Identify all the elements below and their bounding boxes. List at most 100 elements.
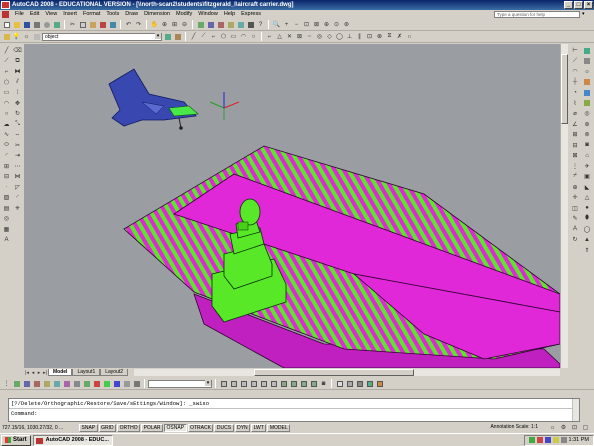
zoom-center-icon[interactable]: ⊙: [332, 20, 341, 29]
network-icon[interactable]: [528, 437, 535, 443]
lock-icon[interactable]: [32, 32, 41, 41]
visual-style-realistic-icon[interactable]: [365, 379, 374, 388]
zoom-object-icon[interactable]: ⊛: [342, 20, 351, 29]
dim-aligned-icon[interactable]: ⟋: [571, 57, 580, 66]
zoom-in-icon[interactable]: +: [282, 20, 291, 29]
update-icon[interactable]: [560, 437, 567, 443]
command-prompt[interactable]: Command:: [9, 408, 579, 417]
design-center-icon[interactable]: [206, 20, 215, 29]
polyline-tool-icon[interactable]: ⌐: [2, 67, 11, 76]
polygon-tool-icon[interactable]: ⬠: [2, 78, 11, 87]
zoom-icon[interactable]: 🔍: [272, 20, 281, 29]
offset-tool-icon[interactable]: ⫽: [13, 78, 22, 87]
table-tool-icon[interactable]: ▦: [2, 225, 11, 234]
polyline-icon[interactable]: ⌐: [209, 32, 218, 41]
sun-icon[interactable]: ☼: [22, 32, 31, 41]
menu-dimension[interactable]: Dimension: [141, 10, 173, 19]
publish-icon[interactable]: [52, 20, 61, 29]
plot-icon[interactable]: [32, 20, 41, 29]
menu-insert[interactable]: Insert: [60, 10, 80, 19]
ellipse-arc-tool-icon[interactable]: ◜: [2, 151, 11, 160]
tool-palettes-icon[interactable]: [216, 20, 225, 29]
view-top-icon[interactable]: [219, 379, 228, 388]
match-properties-icon[interactable]: [98, 20, 107, 29]
ucs-apply-icon[interactable]: [122, 379, 131, 388]
xline-tool-icon[interactable]: ⟋: [2, 57, 11, 66]
gradient-tool-icon[interactable]: ▤: [2, 204, 11, 213]
dim-angular-icon[interactable]: ∠: [571, 120, 580, 129]
antivirus-icon[interactable]: [536, 437, 543, 443]
scale-tool-icon[interactable]: ⤡: [13, 120, 22, 129]
snap-none-icon[interactable]: ✗: [395, 32, 404, 41]
vertical-scrollbar[interactable]: [560, 44, 568, 368]
command-window[interactable]: [?/Delete/Orthographic/Restore/Save/sEtt…: [8, 398, 580, 422]
zoom-window-icon[interactable]: ⊞: [170, 20, 179, 29]
ucs-zaxis-icon[interactable]: [72, 379, 81, 388]
quick-dim-icon[interactable]: ⊞: [571, 130, 580, 139]
erase-tool-icon[interactable]: ⌫: [13, 46, 22, 55]
vertical-scroll-thumb[interactable]: [561, 54, 568, 124]
cone-icon[interactable]: △: [583, 193, 592, 202]
spline-tool-icon[interactable]: ∿: [2, 130, 11, 139]
construction-line-icon[interactable]: ⟋: [199, 32, 208, 41]
lock-toolbar-icon[interactable]: ⊡: [570, 423, 579, 432]
taskbar-autocad-item[interactable]: AutoCAD 2008 - EDUC...: [32, 434, 113, 446]
line-icon[interactable]: ╱: [189, 32, 198, 41]
grid-toggle[interactable]: GRID: [98, 423, 117, 432]
zoom-out-icon[interactable]: −: [292, 20, 301, 29]
coordinates-readout[interactable]: 727.15/16, 1030.27/32, 0 ...: [2, 425, 78, 431]
layer-manager-icon[interactable]: [2, 32, 11, 41]
dim-text-edit-icon[interactable]: A: [571, 225, 580, 234]
mapping-icon[interactable]: [583, 88, 592, 97]
zoom-realtime-icon[interactable]: ⊕: [160, 20, 169, 29]
explode-tool-icon[interactable]: ✳: [13, 204, 22, 213]
snap-apparent-icon[interactable]: ⊠: [295, 32, 304, 41]
make-block-icon[interactable]: ⊟: [2, 172, 11, 181]
snap-center-icon[interactable]: ◎: [315, 32, 324, 41]
ucs-object-icon[interactable]: [42, 379, 51, 388]
menu-modify[interactable]: Modify: [173, 10, 195, 19]
circle-icon[interactable]: ○: [249, 32, 258, 41]
block-editor-icon[interactable]: [108, 20, 117, 29]
dim-radius-icon[interactable]: ◔: [571, 88, 580, 97]
rectangle-icon[interactable]: ▭: [229, 32, 238, 41]
ucs-view-icon[interactable]: [52, 379, 61, 388]
line-tool-icon[interactable]: ╱: [2, 46, 11, 55]
zoom-extents-icon[interactable]: ⊠: [312, 20, 321, 29]
new-file-icon[interactable]: [2, 20, 11, 29]
zoom-previous-icon[interactable]: ⊖: [180, 20, 189, 29]
ucs-x-icon[interactable]: [92, 379, 101, 388]
ucs-z-icon[interactable]: [112, 379, 121, 388]
visual-style-conceptual-icon[interactable]: [375, 379, 384, 388]
minimize-button[interactable]: _: [564, 1, 573, 9]
close-button[interactable]: ×: [584, 1, 593, 9]
view-nw-iso-icon[interactable]: [309, 379, 318, 388]
menu-draw[interactable]: Draw: [122, 10, 141, 19]
camera-view-icon[interactable]: ◙: [319, 379, 328, 388]
hide-icon[interactable]: [583, 57, 592, 66]
annotation-scale-value[interactable]: 1:1: [531, 424, 538, 430]
menu-tools[interactable]: Tools: [103, 10, 122, 19]
visual-style-hidden-icon[interactable]: [355, 379, 364, 388]
save-icon[interactable]: [22, 20, 31, 29]
free-orbit-icon[interactable]: ⊛: [583, 120, 592, 129]
snap-extension-icon[interactable]: ┄: [305, 32, 314, 41]
ucs-manager-icon[interactable]: [132, 379, 141, 388]
menu-view[interactable]: View: [42, 10, 60, 19]
sheet-set-icon[interactable]: [226, 20, 235, 29]
center-mark-icon[interactable]: ✛: [571, 193, 580, 202]
osnap-toggle[interactable]: OSNAP: [164, 423, 187, 432]
tolerance-icon[interactable]: ⊕: [571, 183, 580, 192]
render-env-icon[interactable]: [583, 99, 592, 108]
dim-baseline-icon[interactable]: ⊟: [571, 141, 580, 150]
visual-style-3d-icon[interactable]: [345, 379, 354, 388]
move-tool-icon[interactable]: ✥: [13, 99, 22, 108]
ucs-y-icon[interactable]: [102, 379, 111, 388]
3d-orbit-icon[interactable]: ◎: [583, 109, 592, 118]
cylinder-icon[interactable]: ⬮: [583, 214, 592, 223]
zoom-all-icon[interactable]: ⊡: [302, 20, 311, 29]
volume-icon[interactable]: [552, 437, 559, 443]
region-tool-icon[interactable]: ◎: [2, 214, 11, 223]
inspection-icon[interactable]: ◫: [571, 204, 580, 213]
bluetooth-icon[interactable]: [544, 437, 551, 443]
